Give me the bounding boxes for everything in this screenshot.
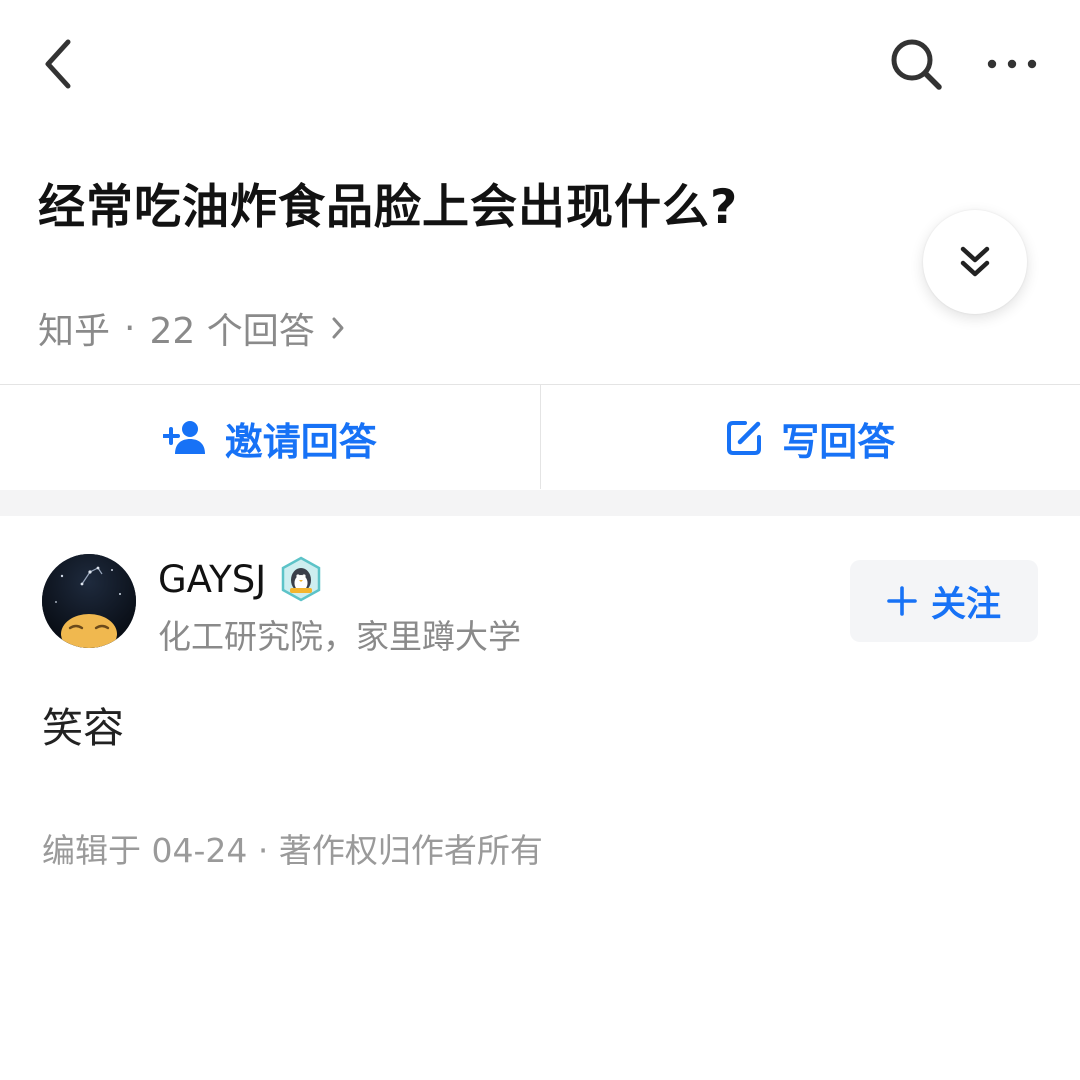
follow-label: 关注: [930, 584, 1001, 625]
write-answer-label: 写回答: [781, 419, 896, 464]
section-separator: [0, 490, 1080, 516]
penguin-badge-icon: [278, 556, 324, 602]
invite-answer-label: 邀请回答: [224, 419, 377, 464]
double-chevron-down-icon: [960, 246, 990, 277]
follow-button[interactable]: 关注: [850, 560, 1038, 642]
more-button[interactable]: [980, 40, 1044, 88]
question-title: 经常吃油炸食品脸上会出现什么?: [38, 180, 739, 235]
avatar[interactable]: [42, 554, 136, 648]
author-bio: 化工研究院，家里蹲大学: [158, 617, 521, 656]
plus-icon: [887, 586, 917, 616]
top-bar: [0, 0, 1080, 130]
answer-card[interactable]: GAYSJ 化工研究院，家里蹲大学 关注 笑容 编辑于 04-24 · 著作权归…: [0, 516, 1080, 1080]
author-name[interactable]: GAYSJ: [158, 556, 324, 602]
invite-answer-button[interactable]: 邀请回答: [0, 385, 540, 491]
edit-icon: [725, 419, 763, 457]
source-label: 知乎: [38, 311, 111, 352]
question-meta[interactable]: 知乎 · 22 个回答: [38, 303, 345, 353]
answer-footer: 编辑于 04-24 · 著作权归作者所有: [42, 831, 543, 870]
meta-separator: ·: [124, 307, 136, 349]
action-bar: 邀请回答 写回答: [0, 384, 1080, 491]
person-add-icon: [162, 420, 207, 456]
author-name-text: GAYSJ: [158, 557, 267, 601]
answer-count: 22 个回答: [149, 311, 315, 352]
chevron-right-icon: [331, 316, 345, 340]
expand-button[interactable]: [923, 210, 1027, 314]
answer-content[interactable]: 笑容: [42, 694, 124, 754]
write-answer-button[interactable]: 写回答: [541, 385, 1080, 491]
search-icon: [891, 39, 942, 90]
chevron-left-icon: [45, 39, 71, 89]
more-horizontal-icon: [987, 59, 1037, 69]
search-button[interactable]: [884, 32, 948, 96]
back-button[interactable]: [30, 32, 86, 96]
